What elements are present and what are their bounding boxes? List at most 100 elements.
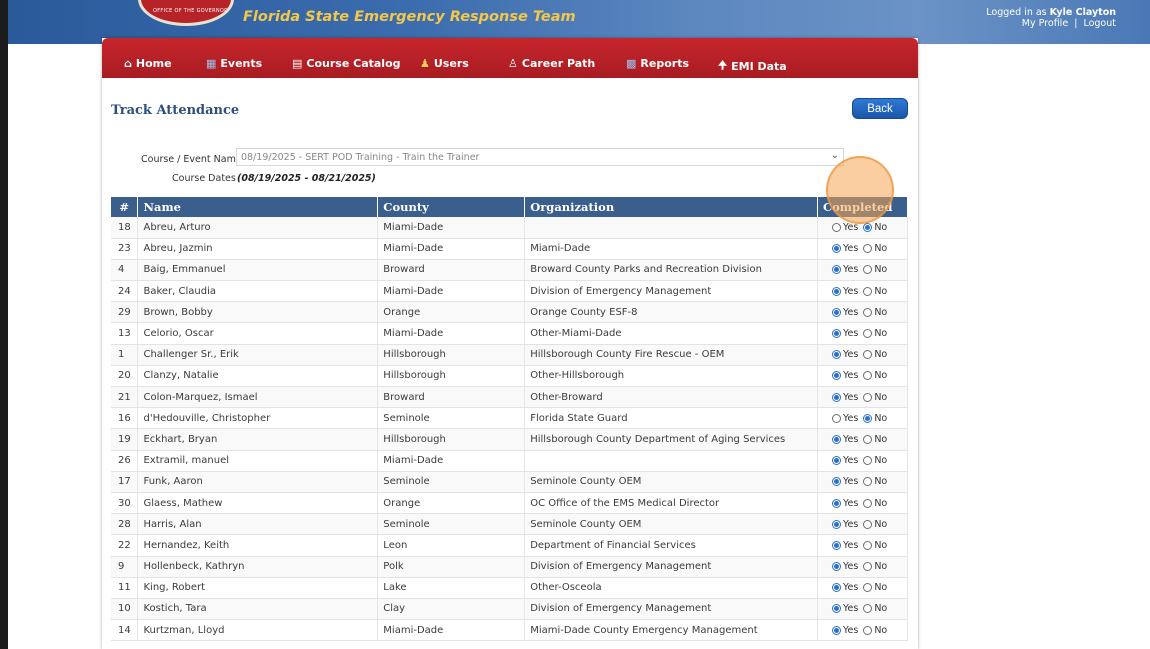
no-label[interactable]: No bbox=[874, 286, 887, 297]
yes-label[interactable]: Yes bbox=[843, 243, 858, 254]
completed-no-radio[interactable] bbox=[863, 392, 873, 402]
completed-no-radio[interactable] bbox=[863, 413, 873, 423]
no-label[interactable]: No bbox=[874, 370, 887, 381]
completed-no-radio[interactable] bbox=[863, 265, 873, 275]
completed-no-radio[interactable] bbox=[863, 286, 873, 296]
cell-county: Polk bbox=[377, 556, 526, 578]
completed-radio-group: Yes No bbox=[823, 455, 902, 466]
no-label[interactable]: No bbox=[874, 582, 887, 593]
nav-events[interactable]: ▦ Events bbox=[206, 57, 262, 70]
completed-no-radio[interactable] bbox=[863, 434, 873, 444]
yes-label[interactable]: Yes bbox=[843, 413, 858, 424]
completed-yes-radio[interactable] bbox=[831, 265, 841, 275]
yes-label[interactable]: Yes bbox=[843, 625, 858, 636]
nav-users[interactable]: ♟ Users bbox=[420, 57, 469, 70]
completed-no-radio[interactable] bbox=[863, 222, 873, 232]
no-label[interactable]: No bbox=[874, 328, 887, 339]
yes-label[interactable]: Yes bbox=[843, 540, 858, 551]
completed-no-radio[interactable] bbox=[863, 625, 873, 635]
completed-no-radio[interactable] bbox=[863, 456, 873, 466]
completed-yes-radio[interactable] bbox=[831, 604, 841, 614]
completed-no-radio[interactable] bbox=[863, 244, 873, 254]
yes-label[interactable]: Yes bbox=[843, 264, 858, 275]
no-label[interactable]: No bbox=[874, 413, 887, 424]
yes-label[interactable]: Yes bbox=[843, 286, 858, 297]
yes-label[interactable]: Yes bbox=[843, 603, 858, 614]
completed-yes-radio[interactable] bbox=[831, 371, 841, 381]
no-label[interactable]: No bbox=[874, 222, 887, 233]
nav-emi-data[interactable]: 🠉 EMI Data bbox=[718, 57, 787, 76]
nav-career-path[interactable]: ♙ Career Path bbox=[508, 57, 595, 70]
completed-yes-radio[interactable] bbox=[831, 519, 841, 529]
completed-no-radio[interactable] bbox=[863, 519, 873, 529]
no-label[interactable]: No bbox=[874, 264, 887, 275]
yes-label[interactable]: Yes bbox=[843, 222, 858, 233]
yes-label[interactable]: Yes bbox=[843, 455, 858, 466]
yes-label[interactable]: Yes bbox=[843, 519, 858, 530]
completed-yes-radio[interactable] bbox=[831, 583, 841, 593]
nav-reports[interactable]: ▩ Reports bbox=[626, 57, 689, 70]
header-organization[interactable]: Organization bbox=[524, 197, 818, 217]
no-label[interactable]: No bbox=[874, 603, 887, 614]
completed-no-radio[interactable] bbox=[863, 329, 873, 339]
no-label[interactable]: No bbox=[874, 307, 887, 318]
completed-yes-radio[interactable] bbox=[831, 625, 841, 635]
completed-yes-radio[interactable] bbox=[831, 562, 841, 572]
completed-yes-radio[interactable] bbox=[831, 329, 841, 339]
completed-yes-radio[interactable] bbox=[831, 222, 841, 232]
yes-label[interactable]: Yes bbox=[843, 370, 858, 381]
completed-yes-radio[interactable] bbox=[831, 286, 841, 296]
course-event-select[interactable]: 08/19/2025 - SERT POD Training - Train t… bbox=[236, 148, 844, 166]
table-row: 26 Extramil, manuel Miami-Dade Yes No bbox=[111, 450, 909, 472]
cell-number: 23 bbox=[111, 238, 139, 260]
completed-yes-radio[interactable] bbox=[831, 456, 841, 466]
no-label[interactable]: No bbox=[874, 455, 887, 466]
yes-label[interactable]: Yes bbox=[843, 476, 858, 487]
yes-label[interactable]: Yes bbox=[843, 561, 858, 572]
yes-label[interactable]: Yes bbox=[843, 498, 858, 509]
completed-yes-radio[interactable] bbox=[831, 392, 841, 402]
no-label[interactable]: No bbox=[874, 561, 887, 572]
header-county[interactable]: County bbox=[377, 197, 526, 217]
no-label[interactable]: No bbox=[874, 434, 887, 445]
no-label[interactable]: No bbox=[874, 392, 887, 403]
yes-label[interactable]: Yes bbox=[843, 307, 858, 318]
back-button[interactable]: Back bbox=[852, 98, 908, 119]
completed-no-radio[interactable] bbox=[863, 477, 873, 487]
yes-label[interactable]: Yes bbox=[843, 328, 858, 339]
my-profile-link[interactable]: My Profile bbox=[1022, 18, 1068, 29]
completed-yes-radio[interactable] bbox=[831, 477, 841, 487]
cell-name: Kurtzman, Lloyd bbox=[137, 619, 379, 642]
completed-yes-radio[interactable] bbox=[831, 350, 841, 360]
completed-yes-radio[interactable] bbox=[831, 244, 841, 254]
completed-yes-radio[interactable] bbox=[831, 434, 841, 444]
completed-yes-radio[interactable] bbox=[831, 498, 841, 508]
nav-home[interactable]: ⌂ Home bbox=[124, 57, 172, 70]
completed-no-radio[interactable] bbox=[863, 604, 873, 614]
completed-radio-group: Yes No bbox=[823, 328, 902, 339]
yes-label[interactable]: Yes bbox=[843, 392, 858, 403]
completed-no-radio[interactable] bbox=[863, 350, 873, 360]
completed-no-radio[interactable] bbox=[863, 307, 873, 317]
no-label[interactable]: No bbox=[874, 625, 887, 636]
no-label[interactable]: No bbox=[874, 519, 887, 530]
no-label[interactable]: No bbox=[874, 498, 887, 509]
yes-label[interactable]: Yes bbox=[843, 349, 858, 360]
completed-no-radio[interactable] bbox=[863, 562, 873, 572]
completed-no-radio[interactable] bbox=[863, 540, 873, 550]
nav-course-catalog[interactable]: ▤ Course Catalog bbox=[292, 57, 401, 70]
no-label[interactable]: No bbox=[874, 540, 887, 551]
yes-label[interactable]: Yes bbox=[843, 582, 858, 593]
no-label[interactable]: No bbox=[874, 243, 887, 254]
completed-yes-radio[interactable] bbox=[831, 540, 841, 550]
logout-link[interactable]: Logout bbox=[1083, 18, 1116, 29]
completed-yes-radio[interactable] bbox=[831, 307, 841, 317]
no-label[interactable]: No bbox=[874, 476, 887, 487]
completed-no-radio[interactable] bbox=[863, 371, 873, 381]
header-name[interactable]: Name bbox=[137, 197, 379, 217]
completed-no-radio[interactable] bbox=[863, 498, 873, 508]
completed-yes-radio[interactable] bbox=[831, 413, 841, 423]
yes-label[interactable]: Yes bbox=[843, 434, 858, 445]
no-label[interactable]: No bbox=[874, 349, 887, 360]
completed-no-radio[interactable] bbox=[863, 583, 873, 593]
